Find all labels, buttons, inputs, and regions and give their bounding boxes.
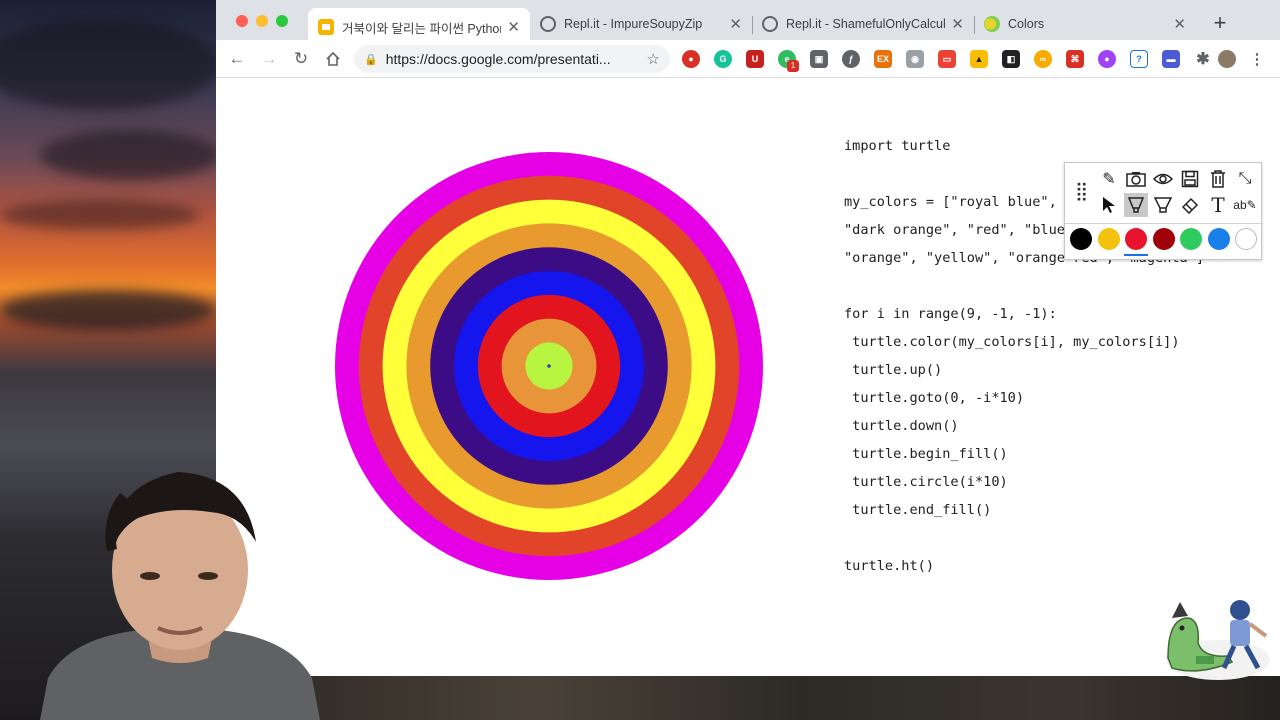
extension-badge: 1 [787,60,799,72]
code-line: turtle.circle(i*10) [844,474,1008,490]
magic-wand-icon[interactable]: ✎ [1097,167,1121,191]
link-icon[interactable]: ∞ [1034,50,1052,68]
address-bar[interactable]: 🔒 https://docs.google.com/presentati... … [354,45,670,73]
note-icon[interactable]: ▣ [810,50,828,68]
close-window-button[interactable] [236,15,248,27]
color-swatch[interactable] [1235,228,1257,250]
eye-icon[interactable] [1151,167,1175,191]
colors-icon [984,16,1000,32]
ex-icon[interactable]: EX [874,50,892,68]
code-line: turtle.up() [844,362,943,378]
camera-icon[interactable]: ◉ [906,50,924,68]
reload-icon[interactable]: ↻ [290,48,312,70]
grammarly-icon[interactable]: G [714,50,732,68]
code-line: import turtle [844,138,951,154]
replit-icon [540,16,556,32]
color-swatch[interactable] [1180,228,1202,250]
slide-canvas: import turtle my_colors = ["royal blue",… [216,78,1280,676]
code-line: turtle.goto(0, -i*10) [844,390,1025,406]
eraser-icon[interactable] [1178,193,1202,217]
selected-color-indicator [1124,254,1148,256]
presenter-webcam [40,472,320,720]
forward-arrow-icon[interactable]: → [258,48,280,70]
text-icon[interactable]: T [1206,193,1230,217]
shield-icon[interactable]: U [746,50,764,68]
tab-replit-1[interactable]: Repl.it - ImpureSoupyZip ✕ [530,8,752,40]
close-icon[interactable]: ✕ [951,15,964,33]
turtle-target-drawing [335,152,763,580]
tab-title: Colors [1008,17,1045,31]
maximize-window-button[interactable] [276,15,288,27]
close-icon[interactable]: ✕ [729,15,742,33]
drag-handle-icon[interactable]: ⣿ [1075,181,1088,202]
trash-icon[interactable] [1206,167,1230,191]
browser-window: 거북이와 달리는 파이썬 Python w ✕ Repl.it - Impure… [216,0,1280,676]
color-swatch[interactable] [1152,228,1175,250]
bookmark-star-icon[interactable]: ☆ [647,50,660,68]
collapse-icon[interactable]: ⤡ [1233,167,1257,191]
tab-colors[interactable]: Colors ✕ [974,8,1196,40]
back-arrow-icon[interactable]: ← [226,48,248,70]
lock-icon: 🔒 [364,53,378,66]
tree-icon[interactable]: ⌘ [1066,50,1084,68]
screenshot-icon[interactable]: ▭ [938,50,956,68]
code-line: for i in range(9, -1, -1): [844,306,1057,322]
code-line: turtle.ht() [844,558,935,574]
new-tab-button[interactable]: + [1208,11,1232,35]
close-icon[interactable]: ✕ [1173,15,1186,33]
url-text: https://docs.google.com/presentati... [385,51,611,67]
annotation-toolbar: ⣿ ✎ ⤡ T ab✎ [1064,162,1263,260]
color-swatch[interactable] [1070,228,1092,250]
browser-toolbar: ← → ↻ 🔒 https://docs.google.com/presenta… [216,40,1280,78]
feather-icon[interactable]: ƒ [842,50,860,68]
code-line: turtle.end_fill() [844,502,992,518]
tab-title: 거북이와 달리는 파이썬 Python w [342,21,502,36]
document-icon[interactable]: ? [1130,50,1148,68]
color-swatch[interactable] [1207,228,1230,250]
color-swatch[interactable] [1097,228,1120,250]
tab-replit-2[interactable]: Repl.it - ShamefulOnlyCalcul ✕ [752,8,974,40]
code-line: turtle.begin_fill() [844,446,1008,462]
save-icon[interactable] [1178,167,1202,191]
highlighter-icon[interactable] [1124,193,1148,217]
circle-icon[interactable]: ● [1098,50,1116,68]
tab-title: Repl.it - ShamefulOnlyCalcul [786,17,946,31]
spellcheck-icon[interactable]: ab✎ [1233,193,1257,217]
camera-icon[interactable] [1124,167,1148,191]
menu-icon[interactable]: ⋮ [1248,50,1266,68]
tab-title: Repl.it - ImpureSoupyZip [564,17,703,31]
pen-icon[interactable]: ▲ [970,50,988,68]
code-line: turtle.down() [844,418,959,434]
marker-icon[interactable] [1151,193,1175,217]
turtle-mascot [1166,600,1270,680]
adblock-icon[interactable]: ● [682,50,700,68]
replit-icon [762,16,778,32]
turtle-center-dot [547,364,551,368]
avatar[interactable] [1218,50,1236,68]
cursor-icon[interactable] [1097,193,1121,217]
minimize-window-button[interactable] [256,15,268,27]
code-line: turtle.color(my_colors[i], my_colors[i]) [844,334,1180,350]
zoom-icon[interactable]: ▬ [1162,50,1180,68]
desktop-background-strip [216,676,1280,720]
puzzle-icon[interactable]: ✱ [1194,50,1212,68]
color-swatch[interactable] [1125,228,1147,250]
sidebar-icon[interactable]: ◧ [1002,50,1020,68]
google-slides-icon [318,19,334,35]
home-icon[interactable] [322,48,344,70]
close-icon[interactable]: ✕ [507,18,520,36]
